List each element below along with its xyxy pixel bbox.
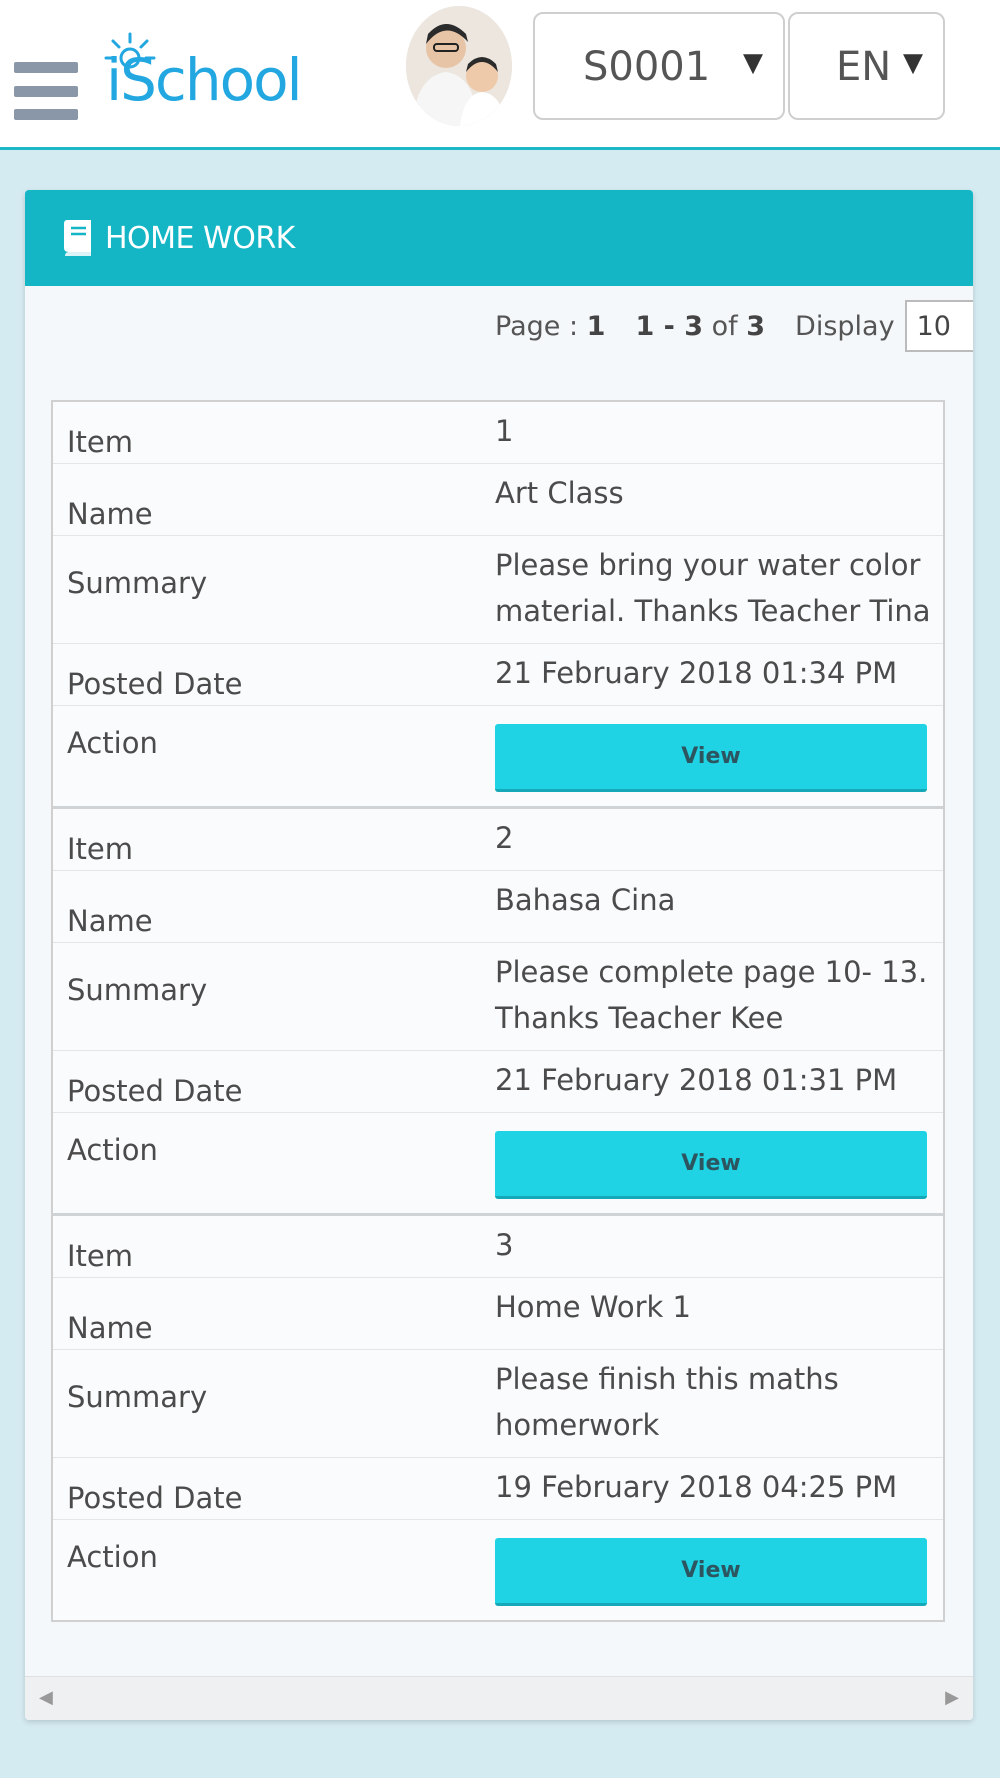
table-row: Name Bahasa Cina: [53, 871, 943, 943]
table-row: Posted Date 21 February 2018 01:31 PM: [53, 1051, 943, 1113]
table-row: Posted Date 21 February 2018 01:34 PM: [53, 644, 943, 706]
homework-panel: HOME WORK Page : 1 1 - 3 of 3 Display 10…: [25, 190, 973, 1720]
table-row: Summary Please complete page 10- 13. Tha…: [53, 943, 943, 1051]
name-label: Name: [67, 904, 153, 938]
table-row: Item 2: [53, 809, 943, 871]
item-label: Item: [67, 1239, 134, 1273]
posted-date-value: 21 February 2018 01:34 PM: [495, 656, 898, 690]
language-select[interactable]: EN ▼: [788, 12, 945, 120]
table-row: Item 3: [53, 1216, 943, 1278]
total-count: 3: [746, 310, 766, 342]
chevron-down-icon: ▼: [743, 48, 763, 78]
panel-title: HOME WORK: [105, 220, 295, 256]
avatar[interactable]: [406, 6, 512, 126]
table-row: Item 1: [53, 402, 943, 464]
homework-record: Item 1 Name Art Class Summary Please bri…: [53, 402, 943, 809]
table-row: Name Home Work 1: [53, 1278, 943, 1350]
table-row: Action View: [53, 1113, 943, 1213]
name-label: Name: [67, 497, 153, 531]
view-button[interactable]: View: [495, 1538, 927, 1606]
view-button[interactable]: View: [495, 724, 927, 792]
name-value: Art Class: [495, 476, 624, 510]
item-label: Item: [67, 832, 134, 866]
summary-label: Summary: [67, 1379, 208, 1414]
chevron-down-icon: ▼: [903, 48, 923, 78]
name-value: Bahasa Cina: [495, 883, 676, 917]
action-label: Action: [67, 1133, 158, 1167]
pagination-bar: Page : 1 1 - 3 of 3 Display 10 ▼: [495, 300, 973, 352]
summary-value: Please complete page 10- 13. Thanks Teac…: [495, 955, 928, 1035]
item-value: 3: [495, 1228, 514, 1262]
ischool-logo[interactable]: iSchool: [100, 28, 320, 118]
summary-value: Please bring your water color material. …: [495, 548, 931, 628]
summary-value: Please finish this maths homerwork: [495, 1362, 839, 1442]
scroll-right-icon[interactable]: ▶: [945, 1687, 959, 1708]
of-label: of: [711, 310, 738, 342]
panel-header: HOME WORK: [25, 190, 973, 286]
menu-icon[interactable]: [14, 62, 78, 120]
display-count-value: 10: [916, 311, 951, 342]
summary-label: Summary: [67, 972, 208, 1007]
display-label: Display: [795, 310, 895, 342]
scroll-left-icon[interactable]: ◀: [39, 1687, 53, 1708]
summary-label: Summary: [67, 565, 208, 600]
view-button[interactable]: View: [495, 1131, 927, 1199]
posted-date-value: 19 February 2018 04:25 PM: [495, 1470, 898, 1504]
top-header: iSchool S0001 ▼ EN ▼: [0, 0, 1000, 150]
posted-date-label: Posted Date: [67, 667, 243, 701]
logo-text: iSchool: [106, 46, 303, 114]
horizontal-scrollbar[interactable]: ◀ ▶: [25, 1676, 973, 1720]
posted-date-label: Posted Date: [67, 1074, 243, 1108]
action-label: Action: [67, 1540, 158, 1574]
homework-record: Item 2 Name Bahasa Cina Summary Please c…: [53, 809, 943, 1216]
display-count-select[interactable]: 10 ▼: [904, 300, 973, 352]
homework-list: Item 1 Name Art Class Summary Please bri…: [51, 400, 945, 1622]
student-select[interactable]: S0001 ▼: [533, 12, 785, 120]
table-row: Summary Please finish this maths homerwo…: [53, 1350, 943, 1458]
student-select-value: S0001: [583, 44, 711, 90]
action-label: Action: [67, 726, 158, 760]
table-row: Posted Date 19 February 2018 04:25 PM: [53, 1458, 943, 1520]
page-number: 1: [586, 310, 606, 342]
language-select-value: EN: [836, 44, 892, 90]
table-row: Action View: [53, 706, 943, 806]
name-value: Home Work 1: [495, 1290, 691, 1324]
item-value: 2: [495, 821, 514, 855]
book-icon: [64, 220, 91, 256]
posted-date-value: 21 February 2018 01:31 PM: [495, 1063, 898, 1097]
table-row: Action View: [53, 1520, 943, 1620]
homework-record: Item 3 Name Home Work 1 Summary Please f…: [53, 1216, 943, 1620]
item-value: 1: [495, 414, 514, 448]
name-label: Name: [67, 1311, 153, 1345]
table-row: Summary Please bring your water color ma…: [53, 536, 943, 644]
item-label: Item: [67, 425, 134, 459]
table-row: Name Art Class: [53, 464, 943, 536]
page-range: 1 - 3: [635, 310, 704, 342]
page-label: Page :: [495, 310, 579, 342]
posted-date-label: Posted Date: [67, 1481, 243, 1515]
